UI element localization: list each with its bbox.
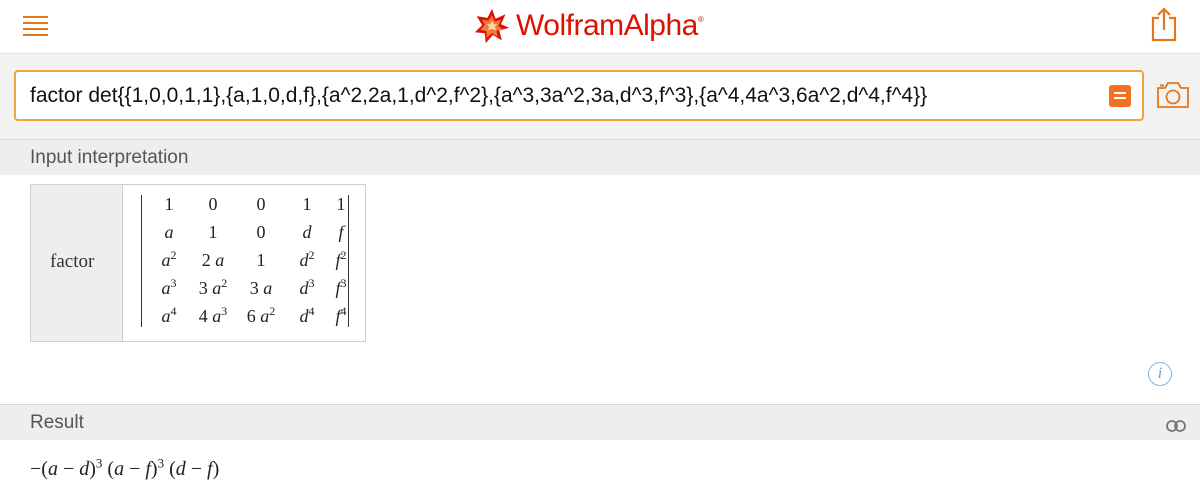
input-interpretation-header: Input interpretation	[0, 139, 1200, 175]
search-area: factor det{{1,0,0,1,1},{a,1,0,d,f},{a^2,…	[0, 54, 1200, 140]
wolfram-alpha-logo[interactable]: WolframAlpha®	[474, 6, 704, 46]
matrix-cell: f4	[335, 304, 347, 326]
matrix-cell: 1	[208, 222, 218, 242]
matrix-cell: f3	[335, 276, 347, 298]
matrix-cell: 2 a	[201, 250, 225, 270]
matrix-cell: a3	[161, 276, 177, 298]
matrix-cell: a	[164, 222, 174, 242]
determinant-matrix: 1 0 0 1 1 a 1 0 d f a2 2 a 1 d2 f2 a3 3 a2 3 a d3 f3 a4 4 a3 6…	[137, 191, 359, 335]
matrix-cell: 3 a	[249, 278, 273, 298]
matrix-cell: 6 a2	[246, 304, 276, 326]
logo-text: WolframAlpha®	[516, 9, 704, 42]
link-icon[interactable]	[1166, 419, 1186, 433]
input-interpretation-table: factor 1 0 0 1 1 a 1 0 d f a2 2 a 1 d2 f2 a3 3 a2 3 a d3 f3…	[30, 184, 366, 342]
wolfram-spikey-icon	[474, 8, 510, 44]
matrix-cell: 4 a3	[198, 304, 228, 326]
search-input[interactable]: factor det{{1,0,0,1,1},{a,1,0,d,f},{a^2,…	[14, 70, 1144, 121]
matrix-cell: 0	[256, 222, 266, 242]
matrix-cell: 1	[164, 194, 174, 214]
menu-icon[interactable]	[23, 16, 48, 36]
equal-icon[interactable]	[1109, 85, 1131, 107]
matrix-bar-left	[141, 195, 142, 327]
matrix-cell: 0	[256, 194, 266, 214]
matrix-cell: f2	[335, 248, 347, 270]
interpretation-label: factor	[50, 251, 95, 272]
matrix-cell: 0	[208, 194, 218, 214]
search-query-text[interactable]: factor det{{1,0,0,1,1},{a,1,0,d,f},{a^2,…	[30, 84, 927, 108]
info-icon[interactable]: i	[1148, 362, 1172, 386]
camera-icon[interactable]	[1156, 80, 1190, 110]
matrix-cell: 1	[256, 250, 266, 270]
matrix-cell: 3 a2	[198, 276, 228, 298]
matrix-cell: a4	[161, 304, 177, 326]
matrix-cell: a2	[161, 248, 177, 270]
top-bar: WolframAlpha®	[0, 0, 1200, 54]
label-cell: factor	[31, 185, 123, 341]
result-expression: −(a − d)3 (a − f)3 (d − f)	[30, 455, 220, 480]
pod-title: Input interpretation	[30, 147, 189, 168]
matrix-cell: f	[338, 222, 344, 242]
share-icon[interactable]	[1148, 6, 1180, 42]
pod-title: Result	[30, 412, 84, 433]
matrix-cell: 1	[336, 194, 346, 214]
result-header: Result	[0, 404, 1200, 440]
